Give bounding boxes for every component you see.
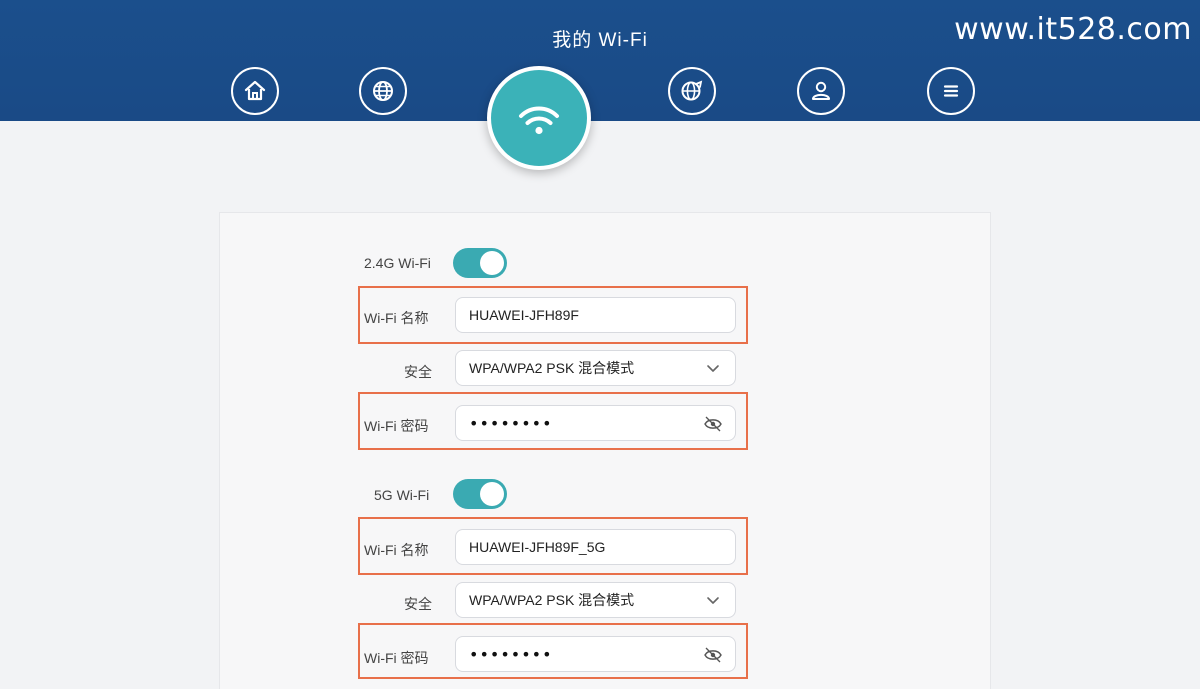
eye-toggle-icon[interactable] [703, 646, 723, 664]
home-icon [244, 80, 266, 101]
nav-home-button[interactable] [231, 67, 279, 115]
top-header: 我的 Wi-Fi www.it528.com [0, 0, 1200, 121]
wifi5-password-field[interactable]: •••••••• [455, 636, 736, 672]
wifi5-toggle[interactable] [453, 479, 507, 509]
wifi5-toggle-label: 5G Wi-Fi [374, 487, 430, 503]
wifi24-password-mask: •••••••• [469, 413, 553, 433]
nav-wifi-button-active[interactable] [487, 66, 591, 170]
menu-icon [943, 85, 959, 97]
wifi24-security-label: 安全 [404, 364, 432, 380]
wifi-icon [519, 106, 559, 135]
wifi5-security-label: 安全 [404, 596, 432, 612]
wifi24-password-label: Wi-Fi 密码 [364, 418, 429, 434]
nav-user-button[interactable] [797, 67, 845, 115]
wifi24-name-label: Wi-Fi 名称 [364, 310, 429, 326]
wifi24-name-input[interactable] [469, 307, 735, 323]
watermark-text: www.it528.com [954, 12, 1192, 47]
nav-internet-button[interactable] [359, 67, 407, 115]
wifi5-security-value: WPA/WPA2 PSK 混合模式 [469, 592, 635, 608]
wifi5-security-select[interactable]: WPA/WPA2 PSK 混合模式 [455, 582, 736, 618]
globe-icon [373, 81, 393, 101]
wifi5-password-mask: •••••••• [469, 644, 553, 664]
wifi24-toggle-label: 2.4G Wi-Fi [364, 255, 431, 271]
wifi24-name-field[interactable] [455, 297, 736, 333]
wifi5-name-label: Wi-Fi 名称 [364, 542, 429, 558]
nav-more-button[interactable] [927, 67, 975, 115]
wifi24-security-select[interactable]: WPA/WPA2 PSK 混合模式 [455, 350, 736, 386]
user-icon [812, 81, 830, 100]
chevron-down-icon [707, 365, 719, 372]
wifi5-name-field[interactable] [455, 529, 736, 565]
wifi24-password-field[interactable]: •••••••• [455, 405, 736, 441]
nav-network-settings-button[interactable] [668, 67, 716, 115]
wifi5-password-label: Wi-Fi 密码 [364, 650, 429, 666]
eye-toggle-icon[interactable] [703, 415, 723, 433]
wifi24-security-value: WPA/WPA2 PSK 混合模式 [469, 360, 635, 376]
wifi24-toggle[interactable] [453, 248, 507, 278]
globe-settings-icon [681, 80, 703, 101]
wifi5-name-input[interactable] [469, 539, 735, 555]
chevron-down-icon [707, 597, 719, 604]
